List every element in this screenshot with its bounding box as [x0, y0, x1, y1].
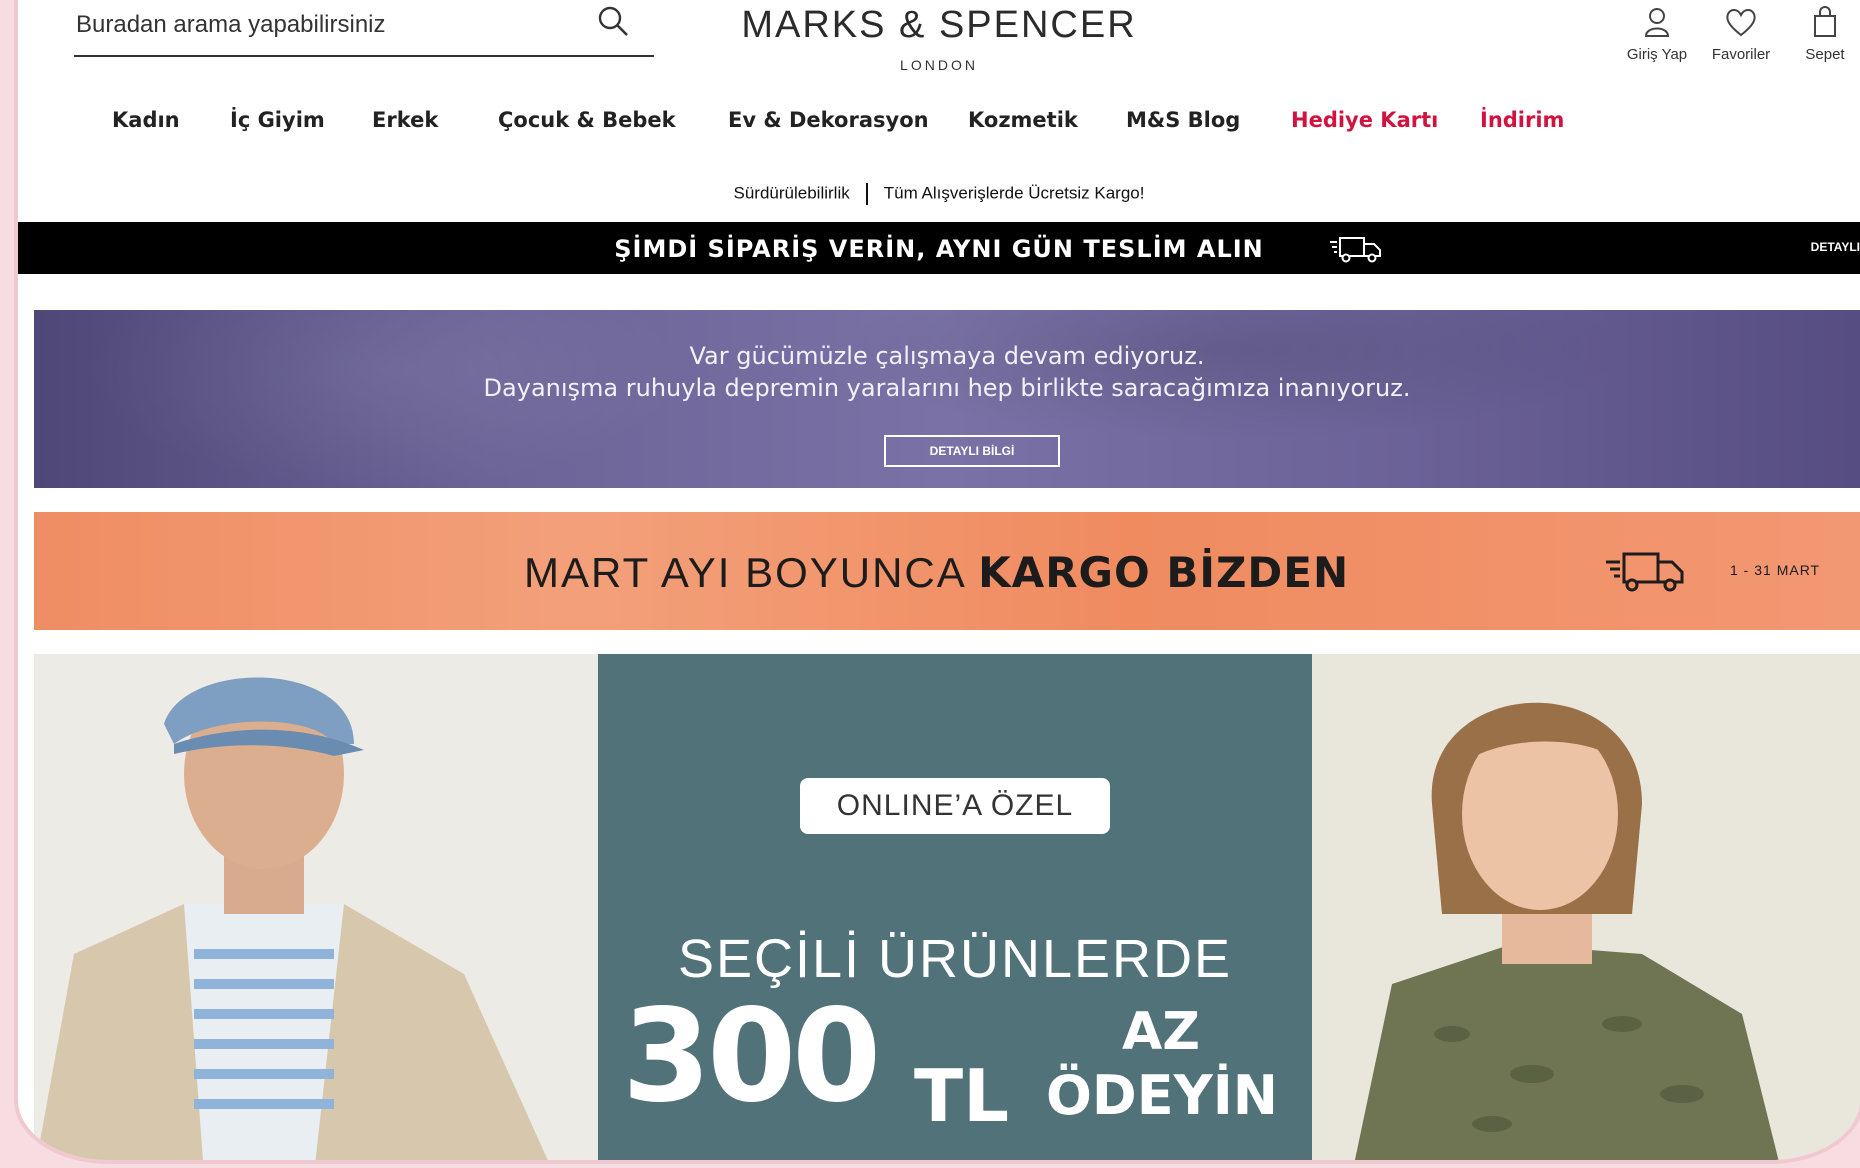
campaign-date-range: 1 - 31 MART [1730, 562, 1821, 578]
discount-currency: TL [914, 1054, 1009, 1138]
free-shipping-link[interactable]: Tüm Alışverişlerde Ücretsiz Kargo! [884, 183, 1145, 202]
brand-sub: LONDON [900, 57, 978, 73]
user-icon [1644, 8, 1670, 37]
sustainability-link[interactable]: Sürdürülebilirlik [734, 183, 850, 202]
cart-label: Sepet [1805, 46, 1845, 63]
delivery-truck-icon [1604, 548, 1688, 599]
truck-icon [1328, 232, 1384, 269]
nav-item-kadin[interactable]: Kadın [112, 108, 180, 132]
discount-amount: 300 [622, 982, 881, 1131]
brand-name: MARKS & SPENCER [741, 4, 1137, 46]
hero-promo-panel: ONLINE’A ÖZEL SEÇİLİ ÜRÜNLERDE 300 TL AZ… [598, 654, 1312, 1160]
free-shipping-text-light: MART AYI BOYUNCA [524, 549, 965, 596]
login-label: Giriş Yap [1626, 46, 1688, 63]
page-frame: MARKS & SPENCER LONDON Giriş Yap Favoril… [18, 0, 1860, 1160]
online-exclusive-badge: ONLINE’A ÖZEL [800, 778, 1110, 834]
solidarity-line-2: Dayanışma ruhuyla depremin yaralarını he… [483, 374, 1411, 402]
nav-item-gift-card[interactable]: Hediye Kartı [1291, 108, 1438, 132]
main-nav: Kadın İç Giyim Erkek Çocuk & Bebek Ev & … [18, 108, 1860, 144]
nav-item-ic-giyim[interactable]: İç Giyim [230, 108, 325, 132]
divider [865, 183, 868, 205]
discount-az: AZ [1122, 1002, 1200, 1062]
heart-icon [1726, 9, 1756, 37]
delivery-message: ŞİMDİ SİPARİŞ VERİN, AYNI GÜN TESLİM ALI… [614, 235, 1264, 263]
login-button[interactable]: Giriş Yap [1622, 6, 1692, 63]
hero-headline: SEÇİLİ ÜRÜNLERDE [677, 929, 1233, 989]
hero-image-man [34, 654, 598, 1160]
bag-icon [1814, 6, 1836, 37]
solidarity-details-button[interactable]: DETAYLI BİLGİ [884, 435, 1060, 467]
free-shipping-banner[interactable]: MART AYI BOYUNCA KARGO BİZDEN 1 - 31 MAR… [34, 512, 1860, 630]
cart-button[interactable]: Sepet [1790, 6, 1860, 63]
solidarity-banner[interactable]: Var gücümüzle çalışmaya devam ediyoruz. … [34, 310, 1860, 488]
brand-logo[interactable]: MARKS & SPENCER LONDON [18, 0, 1860, 73]
delivery-details-link[interactable]: DETAYLI [1811, 240, 1860, 254]
favorites-label: Favoriler [1711, 46, 1771, 63]
free-shipping-text-bold: KARGO BİZDEN [978, 548, 1350, 597]
header-actions: Giriş Yap Favoriler Sepet [1622, 6, 1860, 63]
sub-links: Sürdürülebilirlik Tüm Alışverişlerde Ücre… [18, 183, 1860, 205]
solidarity-line-1: Var gücümüzle çalışmaya devam ediyoruz. [689, 342, 1205, 370]
nav-item-sale[interactable]: İndirim [1480, 108, 1564, 132]
same-day-delivery-bar[interactable]: ŞİMDİ SİPARİŞ VERİN, AYNI GÜN TESLİM ALI… [18, 222, 1860, 274]
nav-item-cocuk-bebek[interactable]: Çocuk & Bebek [498, 108, 676, 132]
nav-item-kozmetik[interactable]: Kozmetik [968, 108, 1078, 132]
nav-item-erkek[interactable]: Erkek [372, 108, 438, 132]
nav-item-blog[interactable]: M&S Blog [1126, 108, 1240, 132]
hero-image-woman [1312, 654, 1860, 1160]
free-shipping-text: MART AYI BOYUNCA KARGO BİZDEN [524, 548, 1349, 597]
nav-item-ev-dekorasyon[interactable]: Ev & Dekorasyon [728, 108, 929, 132]
favorites-button[interactable]: Favoriler [1706, 6, 1776, 63]
hero-banner[interactable]: ONLINE’A ÖZEL SEÇİLİ ÜRÜNLERDE 300 TL AZ… [34, 654, 1860, 1160]
discount-odeyin: ÖDEYİN [1046, 1064, 1279, 1127]
